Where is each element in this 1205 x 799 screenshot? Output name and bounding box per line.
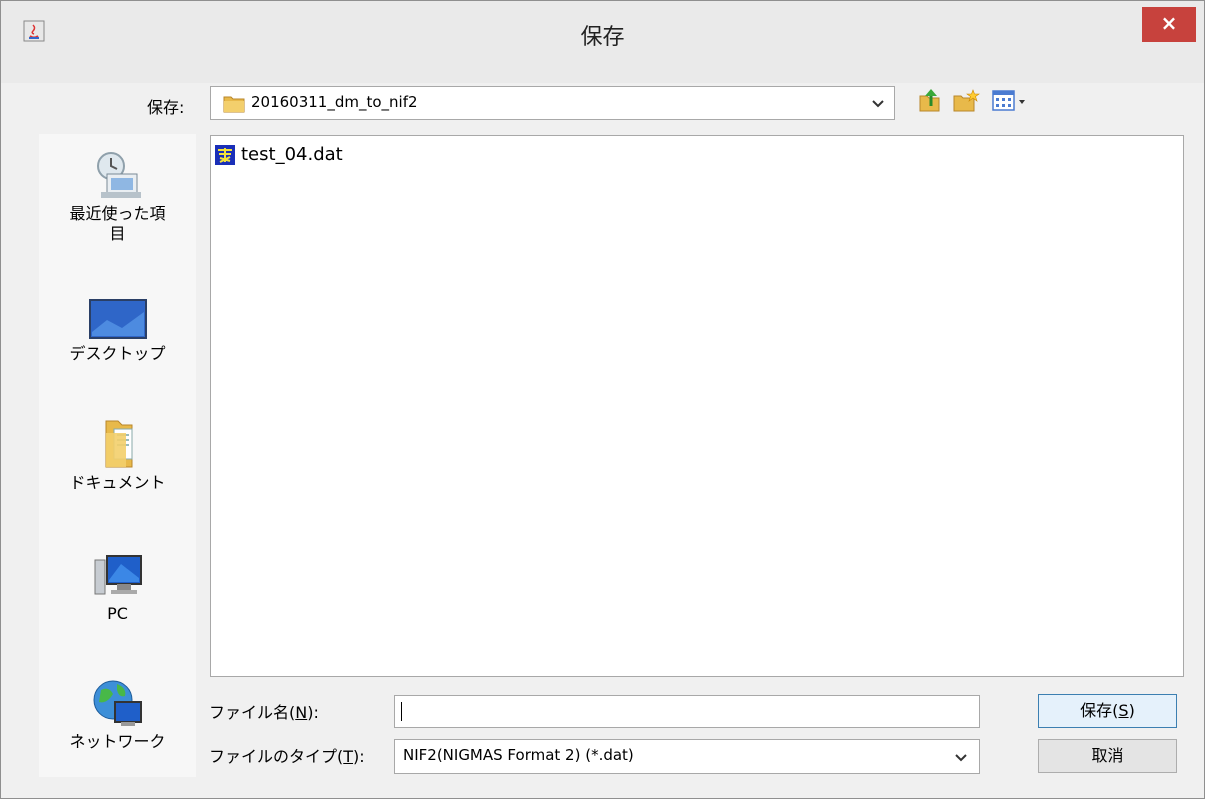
title-bar: 保存 × [1, 1, 1204, 83]
dialog-title: 保存 [580, 25, 625, 50]
close-button[interactable]: × [1142, 7, 1196, 42]
current-folder-name: 20160311_dm_to_nif2 [251, 93, 418, 111]
save-in-label: 保存: [147, 98, 185, 117]
folder-combo[interactable]: 20160311_dm_to_nif2 [210, 86, 895, 120]
filetype-value: NIF2(NIGMAS Format 2) (*.dat) [403, 746, 634, 764]
chevron-down-icon[interactable] [870, 95, 886, 111]
filename-label: ファイル名(N): [209, 703, 319, 722]
sidebar-item-desktop[interactable]: デスクトップ [39, 298, 196, 364]
sidebar-item-label: ネットワーク [69, 732, 166, 751]
desktop-icon [88, 299, 147, 339]
file-list[interactable]: test_04.dat [210, 135, 1184, 677]
folder-icon [223, 96, 245, 113]
list-item[interactable]: test_04.dat [215, 144, 343, 165]
sidebar-item-documents[interactable]: ドキュメント [39, 415, 196, 493]
sidebar-item-label: 目 [109, 224, 126, 243]
filetype-combo[interactable]: NIF2(NIGMAS Format 2) (*.dat) [394, 739, 980, 774]
network-icon [93, 680, 142, 726]
data-file-icon [215, 144, 235, 165]
documents-icon [105, 420, 132, 468]
sidebar-item-label: 最近使った項 [69, 204, 166, 223]
save-dialog: 保存 × 保存: 20160311_dm_to_nif2 最近使った項 目 デス… [0, 0, 1205, 799]
close-icon[interactable]: × [1161, 11, 1178, 35]
chevron-down-icon[interactable] [953, 749, 969, 765]
filetype-label: ファイルのタイプ(T): [209, 747, 365, 766]
sidebar-item-pc[interactable]: PC [39, 550, 196, 624]
filename-input[interactable] [394, 695, 980, 728]
up-folder-icon[interactable] [917, 86, 943, 114]
sidebar-item-network[interactable]: ネットワーク [39, 676, 196, 752]
sidebar-item-label: PC [107, 604, 128, 623]
sidebar-item-label: ドキュメント [69, 473, 166, 492]
new-folder-icon[interactable] [952, 88, 980, 114]
file-name: test_04.dat [241, 144, 343, 165]
sidebar-item-label: デスクトップ [69, 344, 166, 363]
places-sidebar: 最近使った項 目 デスクトップ ドキュメント PC ネットワーク [39, 134, 196, 777]
cancel-button[interactable]: 取消 [1038, 739, 1177, 773]
pc-icon [94, 555, 142, 595]
recent-items-icon [96, 152, 141, 198]
sidebar-item-recent[interactable]: 最近使った項 目 [39, 148, 196, 244]
view-menu-icon[interactable] [992, 88, 1034, 114]
save-button[interactable]: 保存(S) [1038, 694, 1177, 728]
text-caret [401, 702, 402, 721]
